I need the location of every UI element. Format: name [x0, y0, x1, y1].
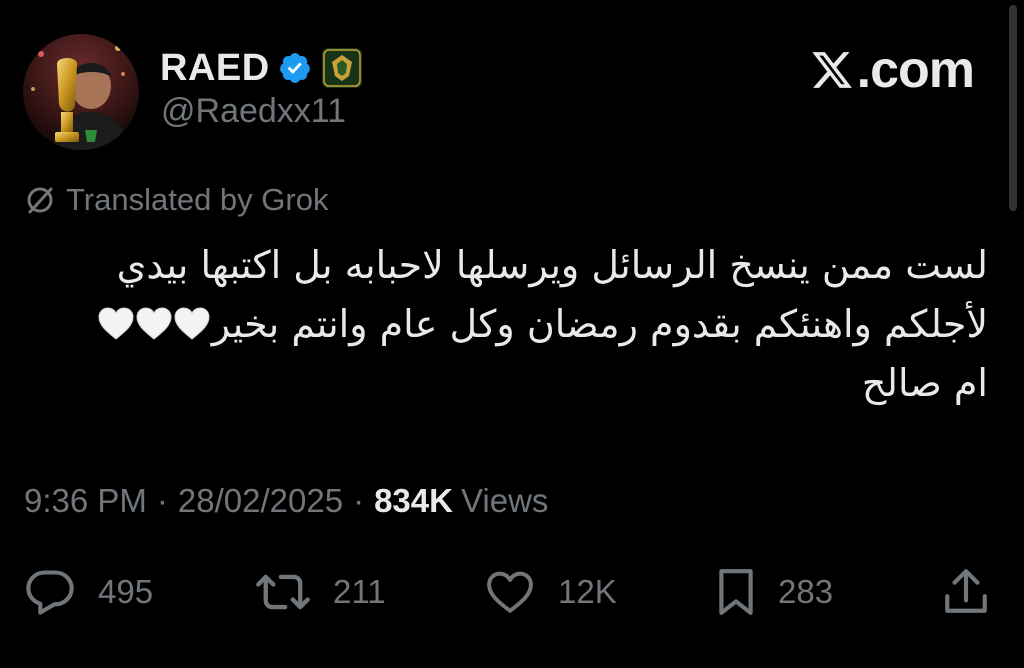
translate-off-icon: [27, 187, 53, 214]
views-count[interactable]: 834K: [374, 482, 453, 520]
verified-badge-icon[interactable]: [278, 51, 312, 85]
tweet-card: RAED @Raedxx11 .com Translated by Grok ل…: [0, 0, 1024, 668]
site-wordmark-text: .com: [856, 41, 975, 99]
share-button[interactable]: [942, 560, 990, 624]
scrollbar-icon[interactable]: [1006, 5, 1020, 211]
repost-button[interactable]: 211: [255, 560, 386, 624]
meta-separator: ·: [353, 482, 365, 519]
bookmark-button[interactable]: 283: [716, 560, 833, 624]
tweet-text-line-1-content: لست ممن ينسخ الرسائل ويرسلها لاحبابه بل …: [116, 243, 988, 287]
share-upload-icon: [945, 569, 987, 613]
views-label: Views: [460, 482, 549, 519]
site-wordmark: .com: [809, 40, 975, 100]
author-display-name[interactable]: RAED: [160, 47, 270, 90]
tweet-text-line-2-content: لأجلكم واهنئكم بقدوم رمضان وكل عام وانتم…: [211, 302, 988, 346]
avatar[interactable]: [23, 34, 139, 150]
tweet-text-line-3-content: ام صالح: [861, 361, 988, 405]
tweet-text-line-2: لأجلكم واهنئكم بقدوم رمضان وكل عام وانتم…: [28, 295, 988, 354]
repost-count: 211: [333, 573, 386, 610]
reply-count: 495: [98, 573, 154, 610]
reply-button[interactable]: 495: [24, 560, 153, 624]
action-bar: 495 211 12K 283: [0, 560, 1024, 624]
meta-separator: ·: [156, 482, 168, 519]
translation-notice[interactable]: Translated by Grok: [24, 182, 328, 218]
white-heart-emoji-icon: [98, 307, 134, 340]
heart-icon: [487, 571, 533, 613]
tweet-text-line-3: ام صالح: [28, 354, 988, 413]
affiliate-badge-icon[interactable]: [321, 48, 362, 88]
bookmark-icon: [719, 569, 753, 615]
tweet-date[interactable]: 28/02/2025: [178, 482, 343, 520]
author-handle[interactable]: @Raedxx11: [161, 92, 346, 131]
translation-label: Translated by Grok: [66, 182, 329, 217]
tweet-time[interactable]: 9:36 PM: [24, 482, 147, 520]
repost-arrows-icon: [256, 574, 310, 610]
white-heart-emoji-icon: [174, 307, 210, 340]
speech-bubble-icon: [26, 570, 74, 615]
like-count: 12K: [558, 573, 617, 610]
tweet-meta: 9:36 PM · 28/02/2025 · 834K Views: [24, 482, 548, 520]
author-name-row: RAED: [160, 44, 362, 92]
tweet-text: لست ممن ينسخ الرسائل ويرسلها لاحبابه بل …: [28, 236, 988, 413]
white-heart-emoji-icon: [136, 307, 172, 340]
x-logo-icon: [811, 52, 852, 88]
like-button[interactable]: 12K: [484, 560, 617, 624]
avatar-photo-icon: [23, 34, 139, 150]
bookmark-count: 283: [778, 573, 834, 610]
tweet-text-line-1: لست ممن ينسخ الرسائل ويرسلها لاحبابه بل …: [28, 236, 988, 295]
